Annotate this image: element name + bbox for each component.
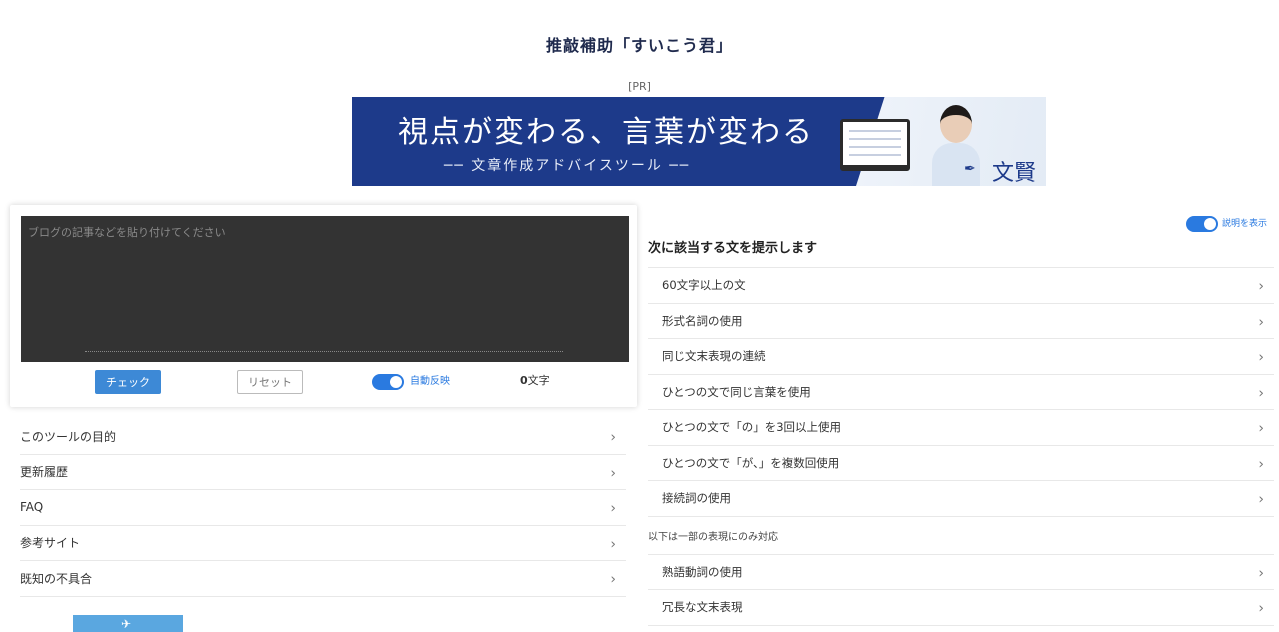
check-item-redundant-ending[interactable]: 冗長な文末表現 › bbox=[648, 590, 1274, 626]
bird-icon: ✈ bbox=[121, 617, 132, 631]
show-description-label: 説明を表示 bbox=[1222, 219, 1268, 229]
page-title: 推敲補助「すいこう君」 bbox=[545, 36, 733, 55]
menu-item-label: 更新履歴 bbox=[20, 465, 69, 480]
banner-headline: 視点が変わる、言葉が変わる bbox=[398, 115, 814, 150]
chevron-right-icon: › bbox=[1258, 565, 1264, 582]
chevron-right-icon: › bbox=[1258, 491, 1264, 508]
chevron-right-icon: › bbox=[1258, 456, 1264, 473]
auto-apply-label: 自動反映 bbox=[410, 376, 450, 387]
check-item-ga-particle[interactable]: ひとつの文で「が、」を複数回使用 › bbox=[648, 446, 1274, 481]
auto-apply-toggle[interactable] bbox=[372, 374, 404, 390]
partial-support-note: 以下は一部の表現にのみ対応 bbox=[648, 517, 1274, 555]
check-item-long-sentence[interactable]: 60文字以上の文 › bbox=[648, 268, 1274, 304]
check-item-no-particle[interactable]: ひとつの文で「の」を3回以上使用 › bbox=[648, 410, 1274, 446]
menu-item-label: FAQ bbox=[20, 500, 44, 515]
check-item-label: 形式名詞の使用 bbox=[662, 313, 743, 328]
show-description-toggle[interactable] bbox=[1186, 216, 1218, 232]
menu-item-history[interactable]: 更新履歴 › bbox=[20, 455, 626, 490]
menu-item-faq[interactable]: FAQ › bbox=[20, 490, 626, 526]
menu-item-known-issues[interactable]: 既知の不具合 › bbox=[20, 561, 626, 597]
chevron-right-icon: › bbox=[1258, 349, 1264, 366]
info-menu: このツールの目的 › 更新履歴 › FAQ › 参考サイト › 既知の不具合 › bbox=[20, 419, 626, 597]
check-list-heading: 次に該当する文を提示します bbox=[648, 241, 818, 256]
menu-item-purpose[interactable]: このツールの目的 › bbox=[20, 419, 626, 455]
illustration-image: ✈ bbox=[73, 615, 183, 632]
menu-item-label: 参考サイト bbox=[20, 536, 81, 551]
char-count-value: 0 bbox=[520, 374, 528, 387]
check-item-label: 熟語動詞の使用 bbox=[662, 564, 743, 579]
chevron-right-icon: › bbox=[610, 536, 616, 553]
check-item-formal-noun[interactable]: 形式名詞の使用 › bbox=[648, 304, 1274, 339]
chevron-right-icon: › bbox=[610, 465, 616, 482]
check-item-label: ひとつの文で「が、」を複数回使用 bbox=[662, 455, 840, 470]
check-item-label: ひとつの文で「の」を3回以上使用 bbox=[662, 420, 842, 435]
check-item-label: 接続詞の使用 bbox=[662, 491, 731, 506]
pr-label: [PR] bbox=[628, 80, 651, 93]
char-count: 0文字 bbox=[520, 373, 550, 389]
char-count-unit: 文字 bbox=[527, 374, 550, 387]
banner-brand: 文賢 bbox=[992, 161, 1037, 186]
menu-item-reference[interactable]: 参考サイト › bbox=[20, 526, 626, 561]
chevron-right-icon: › bbox=[1258, 385, 1264, 402]
check-item-label: 同じ文末表現の連続 bbox=[662, 349, 766, 364]
laptop-icon bbox=[840, 119, 910, 171]
editor-card: チェック リセット 自動反映 0文字 bbox=[10, 205, 637, 407]
ad-banner[interactable]: 視点が変わる、言葉が変わる ── 文章作成アドバイスツール ── ✒ 文賢 bbox=[352, 97, 1046, 186]
check-item-label: 冗長な文末表現 bbox=[662, 600, 743, 615]
check-item-same-ending[interactable]: 同じ文末表現の連続 › bbox=[648, 339, 1274, 375]
chevron-right-icon: › bbox=[1258, 314, 1264, 331]
chevron-right-icon: › bbox=[610, 500, 616, 517]
chevron-right-icon: › bbox=[1258, 420, 1264, 437]
article-input[interactable] bbox=[21, 216, 629, 362]
banner-subline: ── 文章作成アドバイスツール ── bbox=[444, 158, 691, 174]
check-button[interactable]: チェック bbox=[95, 370, 161, 394]
check-item-idiom-verb[interactable]: 熟語動詞の使用 › bbox=[648, 555, 1274, 590]
editor-divider bbox=[85, 351, 563, 352]
reset-button[interactable]: リセット bbox=[237, 370, 303, 394]
check-item-same-word[interactable]: ひとつの文で同じ言葉を使用 › bbox=[648, 375, 1274, 410]
chevron-right-icon: › bbox=[610, 571, 616, 588]
chevron-right-icon: › bbox=[1258, 278, 1264, 295]
chevron-right-icon: › bbox=[610, 429, 616, 446]
menu-item-label: このツールの目的 bbox=[20, 429, 117, 444]
brand-leaf-icon: ✒ bbox=[964, 161, 976, 177]
chevron-right-icon: › bbox=[1258, 600, 1264, 617]
check-list: 60文字以上の文 › 形式名詞の使用 › 同じ文末表現の連続 › ひとつの文で同じ言葉… bbox=[648, 267, 1274, 626]
text-editor-area bbox=[21, 216, 629, 362]
check-item-conjunction[interactable]: 接続詞の使用 › bbox=[648, 481, 1274, 517]
menu-item-label: 既知の不具合 bbox=[20, 571, 93, 586]
check-item-label: 60文字以上の文 bbox=[662, 278, 746, 293]
check-item-label: ひとつの文で同じ言葉を使用 bbox=[662, 384, 811, 399]
